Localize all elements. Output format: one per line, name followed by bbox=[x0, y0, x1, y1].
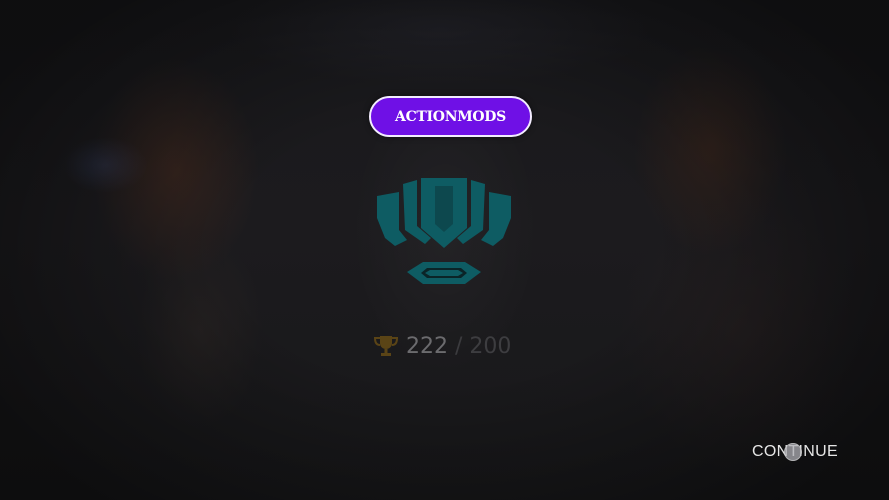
crest-left-wing bbox=[377, 192, 407, 246]
pointer-cursor-icon bbox=[784, 443, 802, 461]
trophy-progress: 222 / 200 bbox=[374, 332, 511, 360]
trophy-count: 222 bbox=[406, 333, 448, 359]
crest-right-wing bbox=[481, 192, 511, 246]
rank-reward-screen: ACTIONMODS 222 / 200 bbox=[0, 0, 889, 500]
trophy-separator: / bbox=[455, 333, 463, 359]
actionmods-badge: ACTIONMODS bbox=[369, 96, 532, 137]
rank-crest-icon bbox=[377, 178, 511, 284]
trophy-icon bbox=[374, 335, 400, 357]
trophy-target: 200 bbox=[469, 333, 512, 359]
